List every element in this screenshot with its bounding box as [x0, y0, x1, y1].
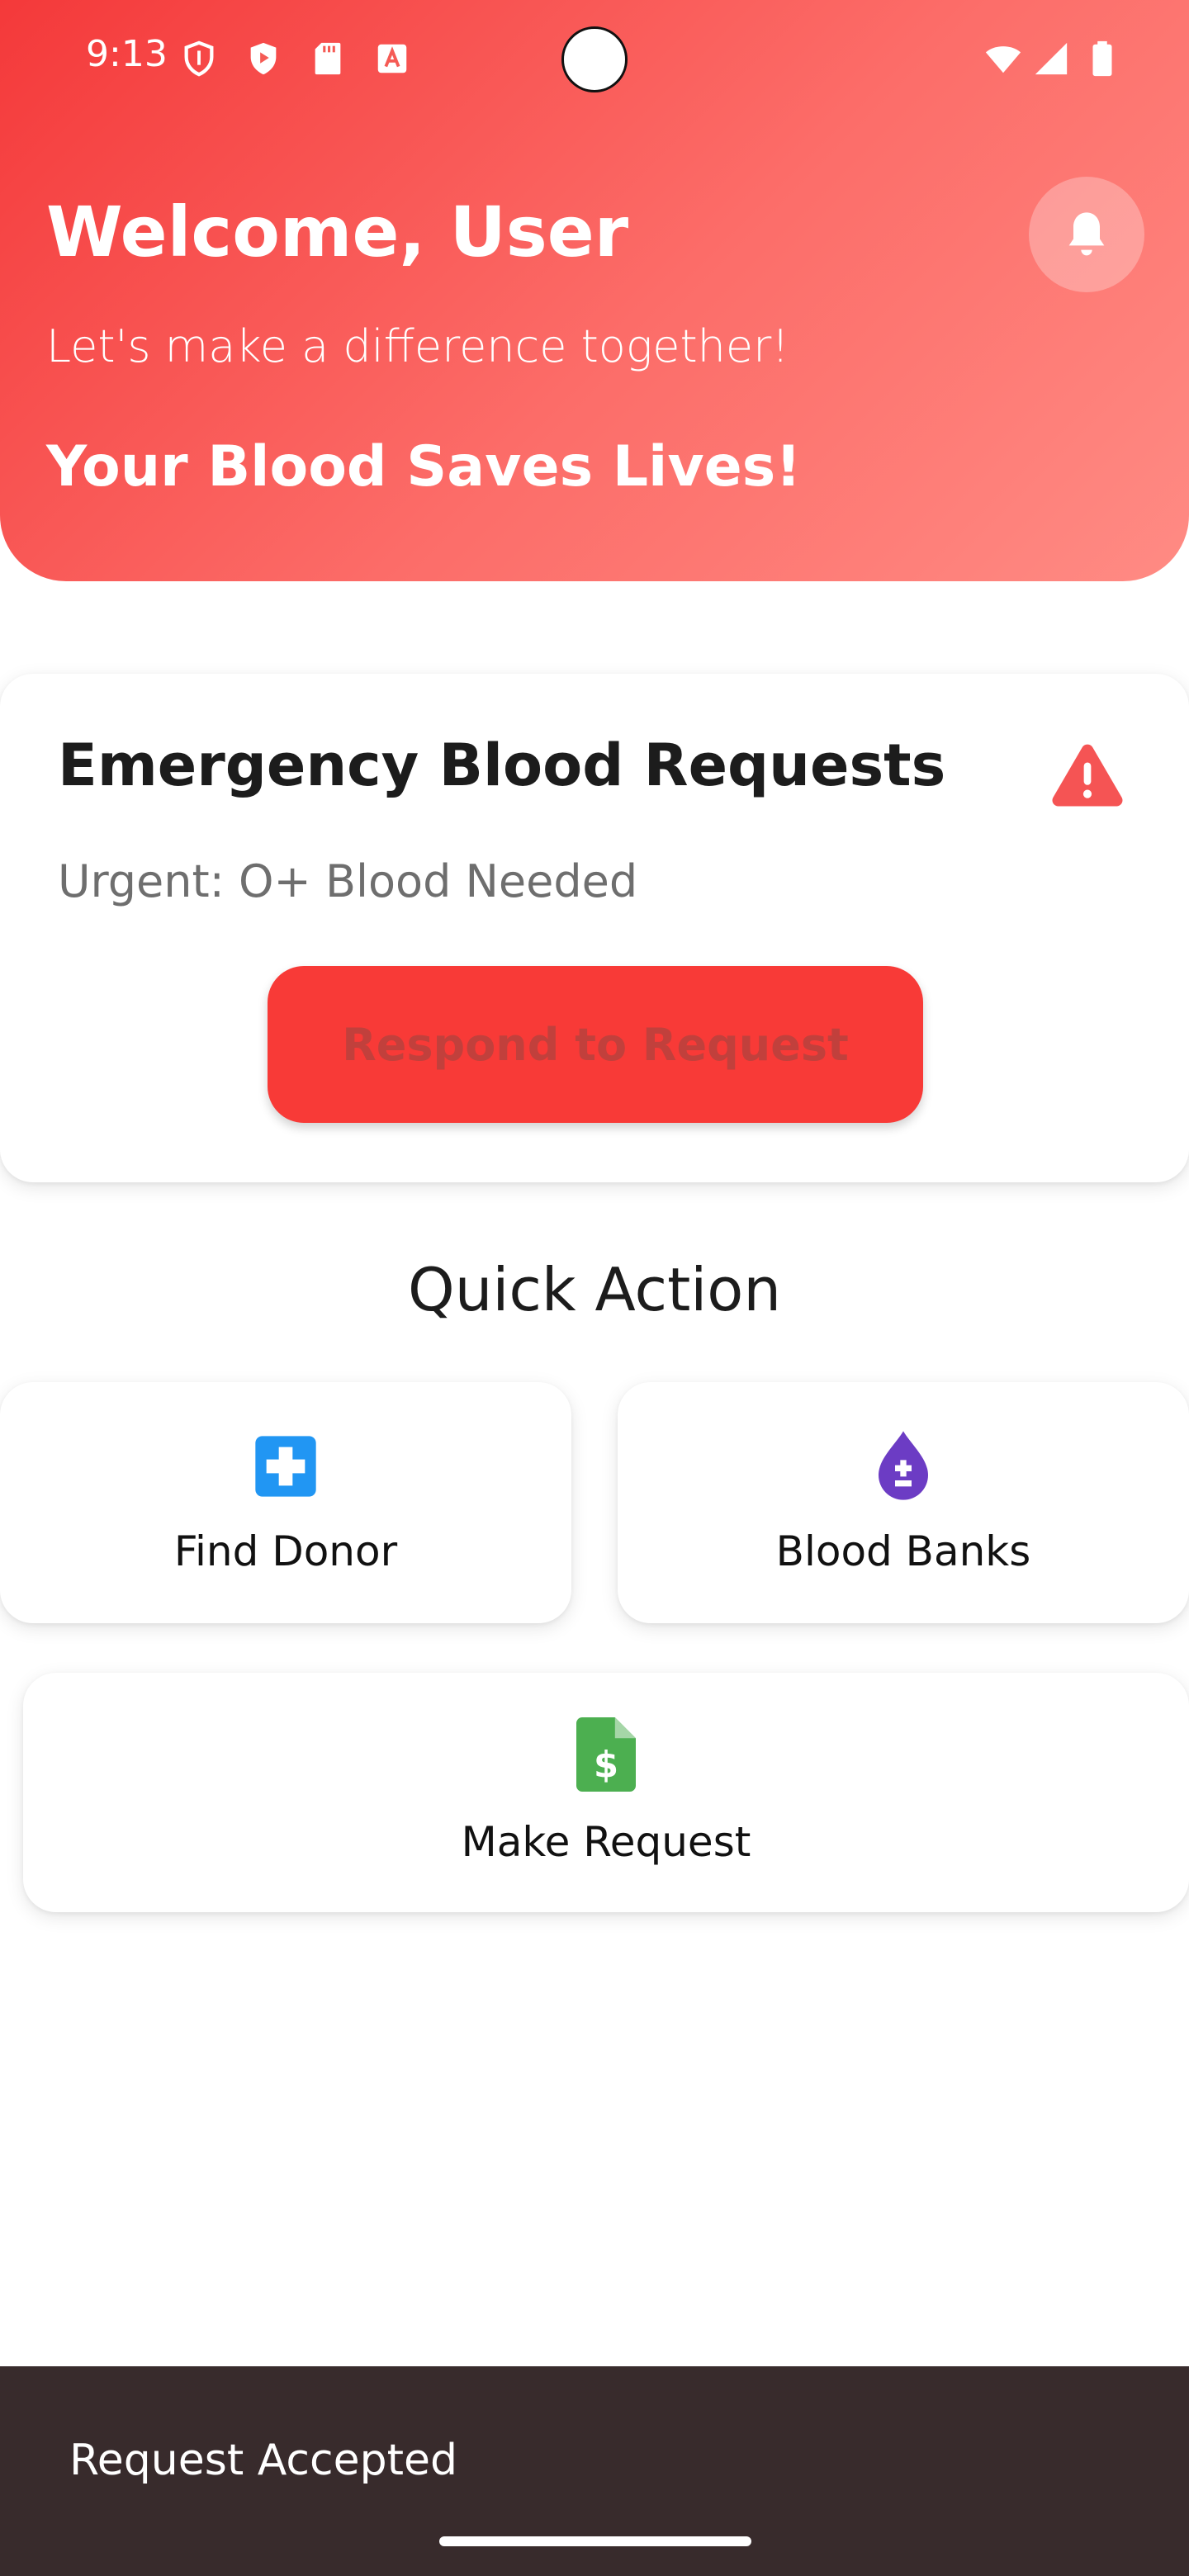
wifi-icon [985, 46, 1021, 73]
tagline: Your Blood Saves Lives! [46, 434, 802, 500]
emergency-title: Emergency Blood Requests [58, 732, 946, 799]
play-protect-icon [250, 42, 277, 75]
home-indicator[interactable] [439, 2536, 751, 2546]
signal-icon [1035, 42, 1068, 75]
blood-drop-icon [879, 1431, 928, 1500]
svg-text:$: $ [594, 1745, 618, 1786]
status-bar: 9:13 [0, 0, 1189, 124]
dollar-document-icon: $ [576, 1717, 636, 1792]
sd-card-icon [315, 42, 341, 75]
font-a-icon [377, 44, 407, 73]
status-time: 9:13 [86, 33, 168, 75]
welcome-title: Welcome, User [46, 192, 629, 272]
camera-cutout [561, 26, 628, 92]
blood-banks-label: Blood Banks [775, 1527, 1031, 1575]
bell-icon [1068, 212, 1105, 256]
medical-cross-icon [255, 1436, 316, 1497]
header-banner: 9:13 Welcome, User Let's make a differen… [0, 0, 1189, 581]
battery-icon [1092, 40, 1112, 77]
make-request-label: Make Request [461, 1818, 751, 1866]
respond-to-request-button[interactable]: Respond to Request [268, 966, 923, 1123]
shield-icon [184, 40, 214, 77]
snackbar: Request Accepted [0, 2366, 1189, 2576]
warning-icon [1052, 744, 1123, 807]
find-donor-label: Find Donor [173, 1527, 398, 1575]
welcome-subtitle: Let's make a difference together! [46, 320, 789, 372]
emergency-requests-card: Emergency Blood Requests Urgent: O+ Bloo… [0, 674, 1189, 1182]
blood-banks-card[interactable]: Blood Banks [618, 1382, 1189, 1623]
emergency-message: Urgent: O+ Blood Needed [58, 855, 638, 907]
make-request-card[interactable]: $ Make Request [23, 1673, 1189, 1912]
quick-action-title: Quick Action [408, 1255, 781, 1324]
snackbar-message: Request Accepted [69, 2436, 457, 2485]
find-donor-card[interactable]: Find Donor [0, 1382, 571, 1623]
notification-button[interactable] [1029, 177, 1144, 292]
